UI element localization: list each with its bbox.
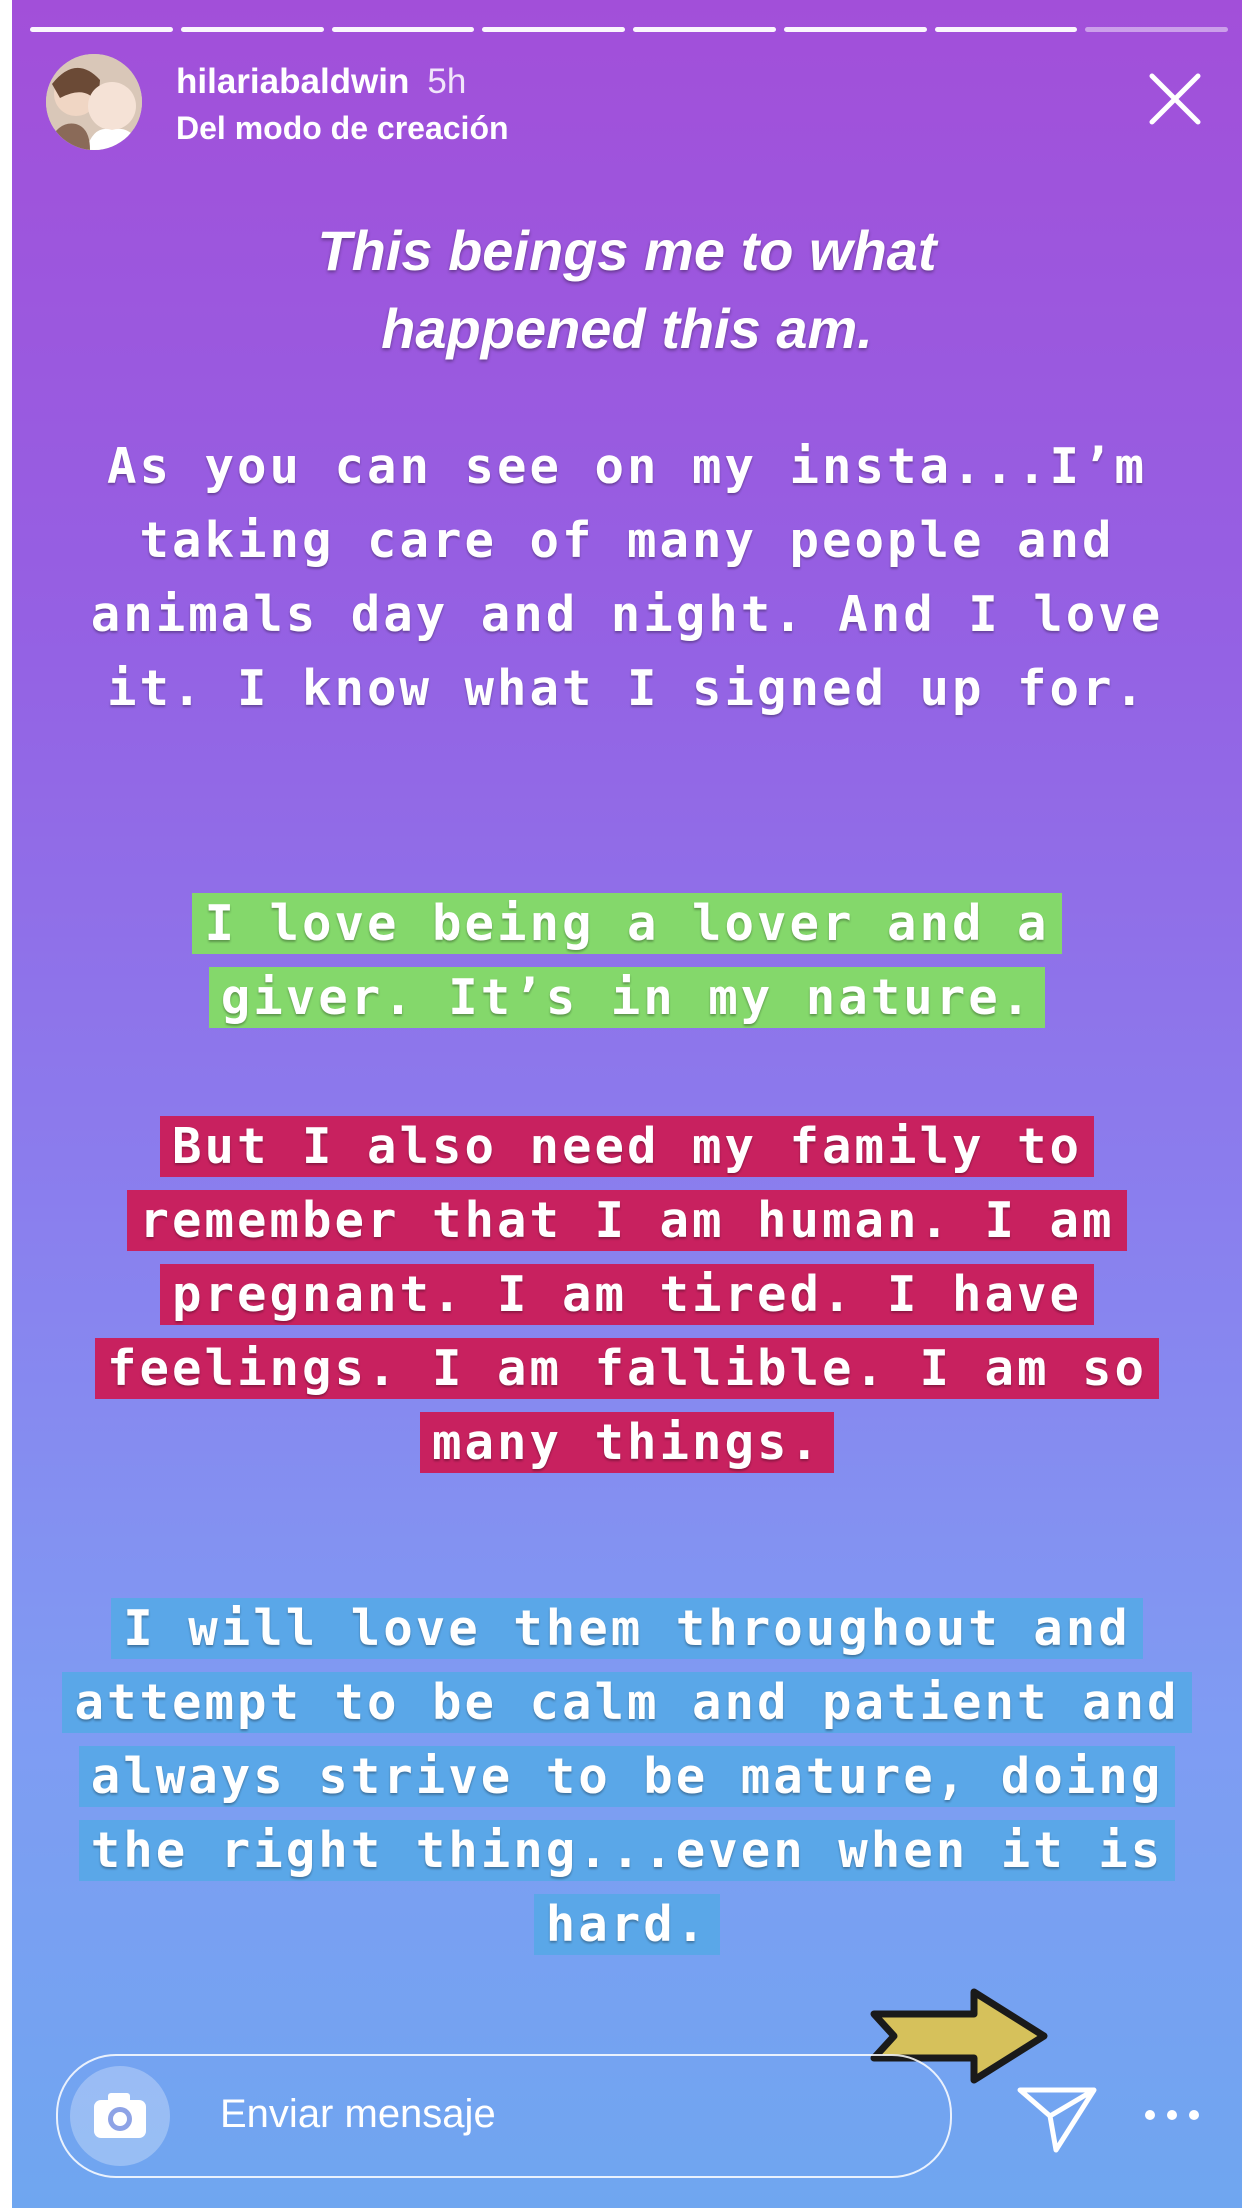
- progress-segment: [331, 27, 475, 32]
- story-view: hilariabaldwin 5h Del modo de creación Th…: [12, 0, 1242, 2208]
- story-title: This beings me to what happened this am.: [317, 219, 937, 360]
- camera-icon: [94, 2093, 146, 2138]
- send-icon[interactable]: [1012, 2076, 1102, 2156]
- post-time: 5h: [427, 62, 467, 101]
- username-text[interactable]: hilariabaldwin: [176, 62, 409, 101]
- highlighted-text-green: I love being a lover and a giver. It’s i…: [192, 893, 1062, 1028]
- story-paragraph-2: I love being a lover and a giver. It’s i…: [42, 887, 1212, 1035]
- story-paragraph-1: As you can see on my insta...I’m taking …: [42, 430, 1212, 726]
- progress-segment: [1085, 27, 1228, 32]
- paragraph-text: As you can see on my insta...I’m taking …: [90, 438, 1164, 717]
- avatar[interactable]: [46, 54, 142, 150]
- story-paragraph-4: I will love them throughout and attempt …: [42, 1592, 1212, 1962]
- story-progress-bar: [30, 27, 1228, 33]
- message-input[interactable]: Enviar mensaje: [220, 2092, 496, 2137]
- more-icon[interactable]: [1132, 2090, 1212, 2140]
- progress-segment: [30, 27, 173, 32]
- story-header: hilariabaldwin 5h Del modo de creación: [46, 54, 1218, 154]
- message-bar[interactable]: Enviar mensaje: [56, 2054, 952, 2178]
- progress-segment: [633, 27, 776, 32]
- highlighted-text-red: But I also need my family to remember th…: [94, 1116, 1159, 1473]
- progress-segment: [934, 27, 1078, 32]
- username[interactable]: hilariabaldwin 5h: [176, 62, 466, 102]
- progress-segment: [783, 27, 927, 32]
- progress-segment: [180, 27, 324, 32]
- story-paragraph-3: But I also need my family to remember th…: [42, 1110, 1212, 1480]
- story-subtitle: Del modo de creación: [176, 110, 509, 146]
- camera-button[interactable]: [70, 2066, 170, 2166]
- progress-segment: [482, 27, 625, 32]
- highlighted-text-blue: I will love them throughout and attempt …: [62, 1598, 1192, 1955]
- close-icon[interactable]: [1140, 64, 1210, 134]
